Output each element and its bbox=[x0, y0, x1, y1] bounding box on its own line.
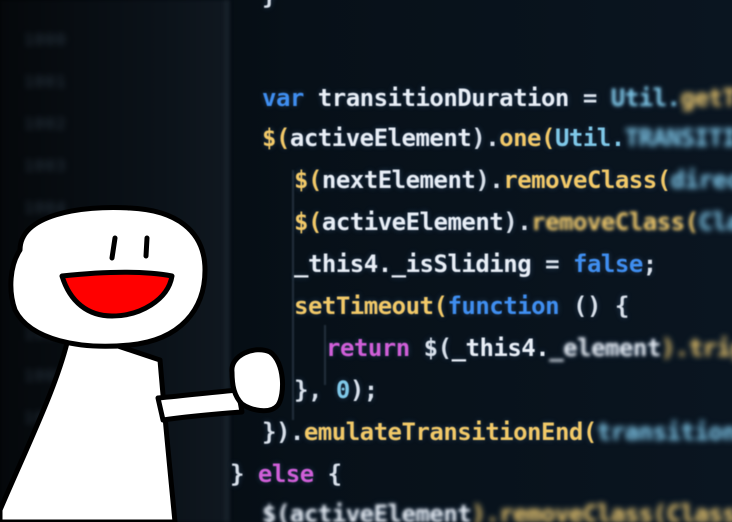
code-token: else bbox=[257, 460, 314, 488]
code-token: activeElement bbox=[321, 208, 504, 236]
code-token: = bbox=[531, 250, 574, 278]
code-line: setTimeout(function () { bbox=[294, 292, 629, 320]
code-token: ).trigg bbox=[660, 334, 732, 362]
code-token: Util. bbox=[610, 84, 681, 112]
code-token: }). bbox=[262, 418, 304, 446]
code-token: return bbox=[326, 334, 424, 362]
line-number: 1006 bbox=[24, 282, 67, 301]
code-token: Class bbox=[698, 208, 732, 236]
code-token: $(activeElement bbox=[262, 500, 472, 522]
line-number: 1007 bbox=[24, 324, 67, 343]
code-token: ). bbox=[471, 124, 500, 152]
code-line: }).emulateTransitionEnd(transition bbox=[262, 418, 732, 446]
line-number: 1008 bbox=[24, 366, 67, 385]
code-token: one( bbox=[499, 124, 555, 152]
code-token: var bbox=[262, 84, 318, 112]
line-number: 1005 bbox=[24, 240, 67, 259]
code-token: false bbox=[573, 250, 643, 278]
code-token: ).removeClass(ClassNa bbox=[471, 500, 732, 522]
code-token: transition bbox=[596, 418, 732, 446]
code-token: { bbox=[313, 460, 342, 488]
line-number: 1010 bbox=[24, 450, 67, 469]
code-token: _isSliding bbox=[391, 250, 532, 278]
code-token: directi bbox=[670, 166, 732, 194]
code-token: }, bbox=[294, 376, 336, 404]
code-token: removeClass( bbox=[503, 166, 671, 194]
code-token: } bbox=[230, 460, 258, 488]
line-number: 1004 bbox=[24, 198, 67, 217]
line-number: 1000 bbox=[24, 30, 67, 49]
code-token: _this4. bbox=[451, 334, 550, 362]
code-line: } bbox=[262, 0, 276, 10]
gutter-divider bbox=[225, 0, 228, 522]
code-token: transitionDuration bbox=[317, 84, 570, 112]
line-number: 1011 bbox=[24, 492, 67, 511]
code-token: function bbox=[447, 292, 560, 320]
code-token: removeClass( bbox=[531, 208, 699, 236]
code-token: ; bbox=[642, 250, 657, 278]
line-number: 1003 bbox=[24, 156, 67, 175]
code-token: = bbox=[568, 84, 611, 112]
code-token: $( bbox=[294, 208, 322, 236]
code-line: _this4._isSliding = false; bbox=[294, 250, 657, 278]
code-token: 0 bbox=[335, 376, 350, 404]
code-token: $( bbox=[262, 124, 290, 152]
code-token: Util. bbox=[554, 124, 625, 152]
line-number: 1002 bbox=[24, 114, 67, 133]
code-line: } else { bbox=[230, 460, 342, 488]
code-token: $( bbox=[423, 334, 452, 362]
code-token: getTr bbox=[680, 84, 732, 112]
line-number: 1001 bbox=[24, 72, 67, 91]
code-token: _element bbox=[549, 334, 661, 362]
code-token: nextElement bbox=[321, 166, 476, 194]
code-line: $(nextElement).removeClass(directi bbox=[294, 166, 732, 194]
photo-scene: 1000 1001 1002 1003 1004 1005 1006 1007 1008 1009… bbox=[0, 0, 732, 522]
code-line: var transitionDuration = Util.getTr bbox=[262, 84, 732, 112]
code-line: $(activeElement).removeClass(ClassNa bbox=[262, 500, 732, 522]
code-token: ). bbox=[475, 166, 504, 194]
code-line: $(activeElement).one(Util.TRANSITI bbox=[262, 124, 732, 152]
code-token: () { bbox=[559, 292, 629, 320]
code-token: _this4. bbox=[294, 250, 392, 278]
code-line: }, 0); bbox=[294, 376, 378, 404]
code-token: TRANSITI bbox=[624, 124, 732, 152]
code-line: return $(_this4._element).trigg bbox=[326, 334, 732, 362]
code-token: emulateTransitionEnd( bbox=[303, 418, 597, 446]
code-token: } bbox=[262, 0, 276, 10]
code-token: setTimeout( bbox=[294, 292, 448, 320]
line-number-gutter: 1000 1001 1002 1003 1004 1005 1006 1007 1008 1009… bbox=[0, 0, 230, 522]
line-number: 1009 bbox=[24, 408, 67, 427]
code-token: ); bbox=[349, 376, 378, 404]
code-editor-area: }var transitionDuration = Util.getTr$(ac… bbox=[230, 0, 732, 522]
code-token: ). bbox=[503, 208, 532, 236]
code-line: $(activeElement).removeClass(Class bbox=[294, 208, 732, 236]
code-token: $( bbox=[294, 166, 322, 194]
code-token: activeElement bbox=[289, 124, 472, 152]
